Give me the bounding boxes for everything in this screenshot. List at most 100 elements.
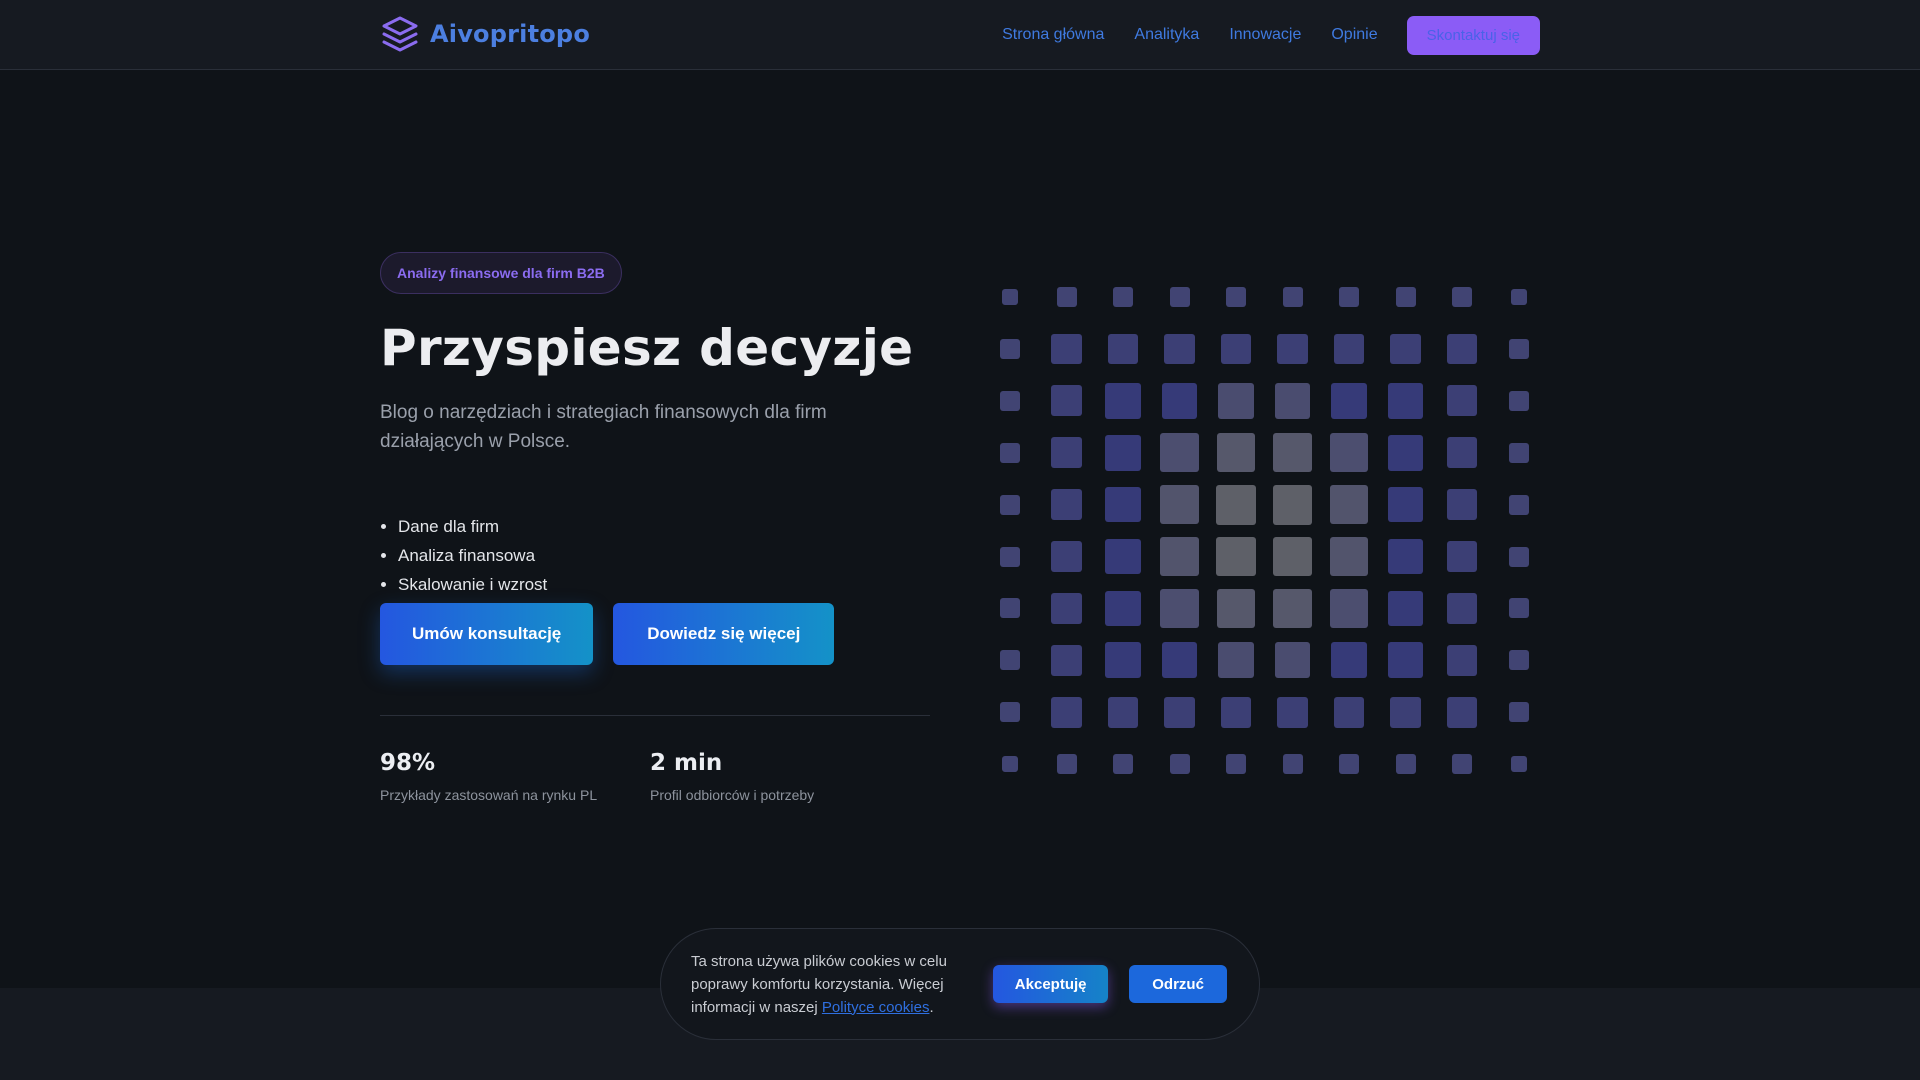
- stats-row: 98% Przykłady zastosowań na rynku PL 2 m…: [380, 750, 932, 803]
- grid-tile: [1508, 338, 1529, 359]
- grid-tile: [1000, 650, 1020, 671]
- grid-tile: [1510, 756, 1527, 773]
- grid-tile: [1274, 382, 1311, 419]
- grid-tile: [1113, 287, 1133, 307]
- grid-tile: [1387, 486, 1424, 523]
- grid-tile: [1000, 494, 1020, 515]
- grid-tile: [1161, 382, 1198, 419]
- reject-cookies-button[interactable]: Odrzuć: [1129, 965, 1227, 1003]
- grid-tile: [1446, 696, 1478, 728]
- grid-tile: [1169, 754, 1190, 775]
- grid-tile: [1508, 390, 1529, 411]
- book-consultation-button[interactable]: Umów konsultację: [380, 603, 594, 665]
- grid-tile: [1051, 333, 1082, 365]
- accept-cookies-button[interactable]: Akceptuję: [993, 965, 1109, 1003]
- grid-tile: [1329, 589, 1369, 628]
- cookie-banner: Ta strona używa plików cookies w celu po…: [660, 928, 1260, 1040]
- contact-button[interactable]: Skontaktuj się: [1406, 15, 1540, 55]
- grid-tile: [1277, 696, 1308, 728]
- grid-tile: [1446, 593, 1478, 624]
- grid-tile: [1446, 385, 1478, 417]
- grid-tile: [1160, 589, 1199, 628]
- grid-tile: [1216, 433, 1256, 472]
- grid-tile: [1273, 589, 1312, 628]
- grid-tile: [1277, 333, 1308, 365]
- grid-tile: [1452, 754, 1472, 775]
- grid-tile: [1056, 287, 1077, 307]
- grid-tile: [1508, 442, 1529, 463]
- grid-tile: [1333, 696, 1365, 728]
- cookie-period: .: [929, 998, 934, 1016]
- nav-link-innovations[interactable]: Innowacje: [1229, 26, 1301, 44]
- grid-tile: [1333, 333, 1365, 365]
- grid-tile: [1273, 433, 1312, 472]
- grid-tile: [1272, 536, 1313, 577]
- hero-section: Analizy finansowe dla firm B2B Przyspies…: [380, 252, 932, 803]
- grid-tile: [1508, 650, 1529, 671]
- grid-tile: [1002, 756, 1018, 773]
- brand-name: Aivopritopo: [430, 20, 591, 48]
- grid-tile: [1387, 642, 1424, 679]
- grid-tile: [1113, 754, 1133, 775]
- grid-tile: [1051, 593, 1082, 624]
- grid-tile: [1446, 437, 1478, 469]
- layers-icon: [382, 16, 418, 52]
- grid-tile: [1282, 287, 1303, 307]
- grid-tile: [1282, 754, 1303, 775]
- grid-tile: [1105, 590, 1141, 627]
- grid-tile: [1051, 696, 1082, 728]
- cookie-policy-link[interactable]: Polityce cookies: [822, 999, 930, 1016]
- grid-tile: [1508, 494, 1529, 515]
- grid-tile: [1107, 333, 1139, 365]
- grid-tile: [1218, 382, 1254, 419]
- learn-more-button[interactable]: Dowiedz się więcej: [613, 603, 835, 665]
- hero-subtitle: Blog o narzędziach i strategiach finanso…: [380, 402, 827, 452]
- grid-tile: [1000, 442, 1020, 463]
- grid-tile: [1000, 546, 1020, 567]
- grid-tile: [1390, 333, 1421, 365]
- stat-item: 98% Przykłady zastosowań na rynku PL: [380, 750, 650, 803]
- grid-tile: [1446, 333, 1478, 365]
- grid-tile: [1216, 484, 1256, 525]
- grid-tile: [1329, 485, 1369, 524]
- grid-tile: [1339, 754, 1359, 775]
- brand[interactable]: Aivopritopo: [380, 14, 590, 54]
- grid-tile: [1051, 437, 1082, 469]
- grid-tile: [1105, 538, 1141, 575]
- grid-tile: [1105, 642, 1141, 679]
- grid-tile: [1000, 598, 1020, 619]
- grid-tile: [1051, 385, 1082, 417]
- grid-tile: [1169, 287, 1190, 307]
- grid-tile: [1329, 433, 1369, 472]
- grid-tile: [1331, 642, 1367, 679]
- main-nav: Strona główna Analityka Innowacje Opinie…: [1002, 15, 1540, 55]
- site-header: Aivopritopo Strona główna Analityka Inno…: [0, 0, 1920, 70]
- grid-tile: [1226, 287, 1246, 307]
- nav-link-analytics[interactable]: Analityka: [1134, 26, 1199, 44]
- grid-tile: [1160, 485, 1199, 524]
- nav-link-reviews[interactable]: Opinie: [1331, 26, 1377, 44]
- grid-tile: [1002, 289, 1018, 305]
- grid-tile: [1164, 696, 1195, 728]
- feature-item: Dane dla firm: [398, 512, 932, 541]
- grid-tile: [1218, 642, 1254, 679]
- grid-tile: [1051, 541, 1082, 572]
- grid-tile: [1051, 489, 1082, 520]
- category-badge: Analizy finansowe dla firm B2B: [380, 252, 622, 294]
- grid-tile: [1164, 333, 1195, 365]
- grid-tile: [1446, 644, 1478, 676]
- stat-label: Profil odbiorców i potrzeby: [650, 787, 815, 803]
- grid-tile: [1105, 486, 1141, 523]
- grid-tile: [1387, 434, 1424, 471]
- grid-tile: [1161, 642, 1198, 679]
- feature-item: Analiza finansowa: [398, 541, 932, 570]
- nav-link-home[interactable]: Strona główna: [1002, 26, 1104, 44]
- grid-tile: [1274, 642, 1311, 679]
- grid-tile: [1056, 754, 1077, 775]
- grid-tile: [1387, 590, 1424, 627]
- grid-tile: [1508, 546, 1529, 567]
- grid-tile: [1329, 537, 1369, 576]
- grid-tile: [1339, 287, 1359, 307]
- grid-tile: [1510, 289, 1527, 305]
- stat-label: Przykłady zastosowań na rynku PL: [380, 787, 598, 803]
